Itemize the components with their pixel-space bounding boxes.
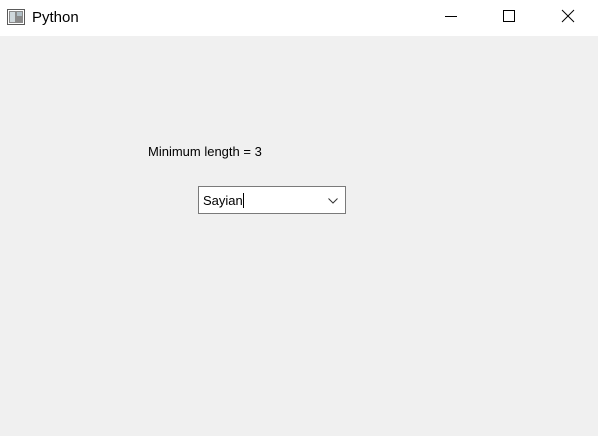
window-content: Minimum length = 3 Sayian (0, 36, 598, 436)
title-bar[interactable]: Python (0, 0, 598, 36)
app-icon[interactable] (7, 9, 25, 25)
combobox-value: Sayian (203, 193, 243, 208)
close-button[interactable] (545, 0, 591, 36)
app-window: Python Minimum length = 3 Sayian (0, 0, 598, 436)
chevron-down-icon (328, 191, 338, 209)
close-icon (561, 9, 575, 28)
combobox[interactable]: Sayian (198, 186, 346, 214)
dropdown-button[interactable] (325, 187, 341, 213)
maximize-icon (503, 9, 515, 27)
minimum-length-label: Minimum length = 3 (148, 144, 262, 159)
combobox-input[interactable]: Sayian (203, 193, 244, 209)
minimize-icon (445, 9, 457, 27)
window-title: Python (32, 9, 79, 26)
minimize-button[interactable] (428, 0, 474, 36)
maximize-button[interactable] (486, 0, 532, 36)
text-caret (242, 193, 244, 208)
